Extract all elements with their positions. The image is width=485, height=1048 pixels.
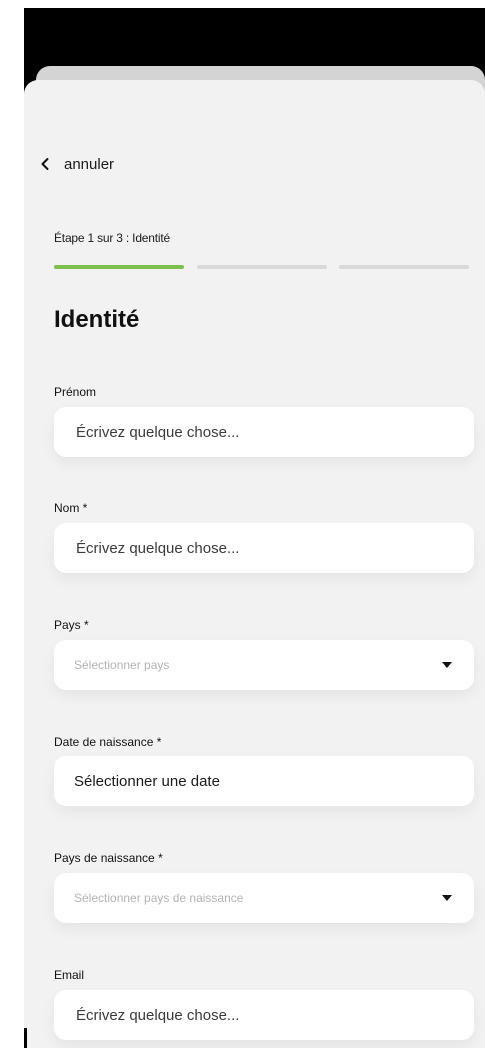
birth-date-value: Sélectionner une date xyxy=(74,772,220,790)
last-name-input[interactable] xyxy=(74,538,452,558)
caret-down-icon xyxy=(442,662,452,668)
caret-down-icon xyxy=(442,895,452,901)
birth-country-select[interactable]: Sélectionner pays de naissance xyxy=(54,873,474,923)
country-select-placeholder: Sélectionner pays xyxy=(74,658,170,672)
last-name-label: Nom * xyxy=(54,501,88,515)
email-field xyxy=(54,990,474,1040)
progress-step-2 xyxy=(197,265,327,269)
birth-date-picker[interactable]: Sélectionner une date xyxy=(54,756,474,806)
cancel-label: annuler xyxy=(64,155,115,173)
birth-country-select-placeholder: Sélectionner pays de naissance xyxy=(74,891,244,905)
progress-step-3 xyxy=(339,265,469,269)
cancel-button[interactable]: annuler xyxy=(40,154,114,174)
progress-step-1 xyxy=(54,265,184,269)
left-edge xyxy=(24,1028,27,1048)
first-name-input[interactable] xyxy=(74,422,452,442)
birth-date-label: Date de naissance * xyxy=(54,735,162,749)
chevron-left-icon xyxy=(40,157,50,171)
page-title: Identité xyxy=(54,306,140,333)
last-name-field xyxy=(54,523,474,573)
identity-sheet: annuler Étape 1 sur 3 : Identité Identit… xyxy=(24,80,485,1048)
first-name-label: Prénom xyxy=(54,385,97,399)
country-select[interactable]: Sélectionner pays xyxy=(54,640,474,690)
first-name-field xyxy=(54,407,474,457)
screen: annuler Étape 1 sur 3 : Identité Identit… xyxy=(0,0,485,1048)
birth-country-label: Pays de naissance * xyxy=(54,851,163,865)
email-label: Email xyxy=(54,968,85,982)
email-input[interactable] xyxy=(74,1005,452,1025)
country-label: Pays * xyxy=(54,618,89,632)
step-indicator-label: Étape 1 sur 3 : Identité xyxy=(54,231,170,245)
